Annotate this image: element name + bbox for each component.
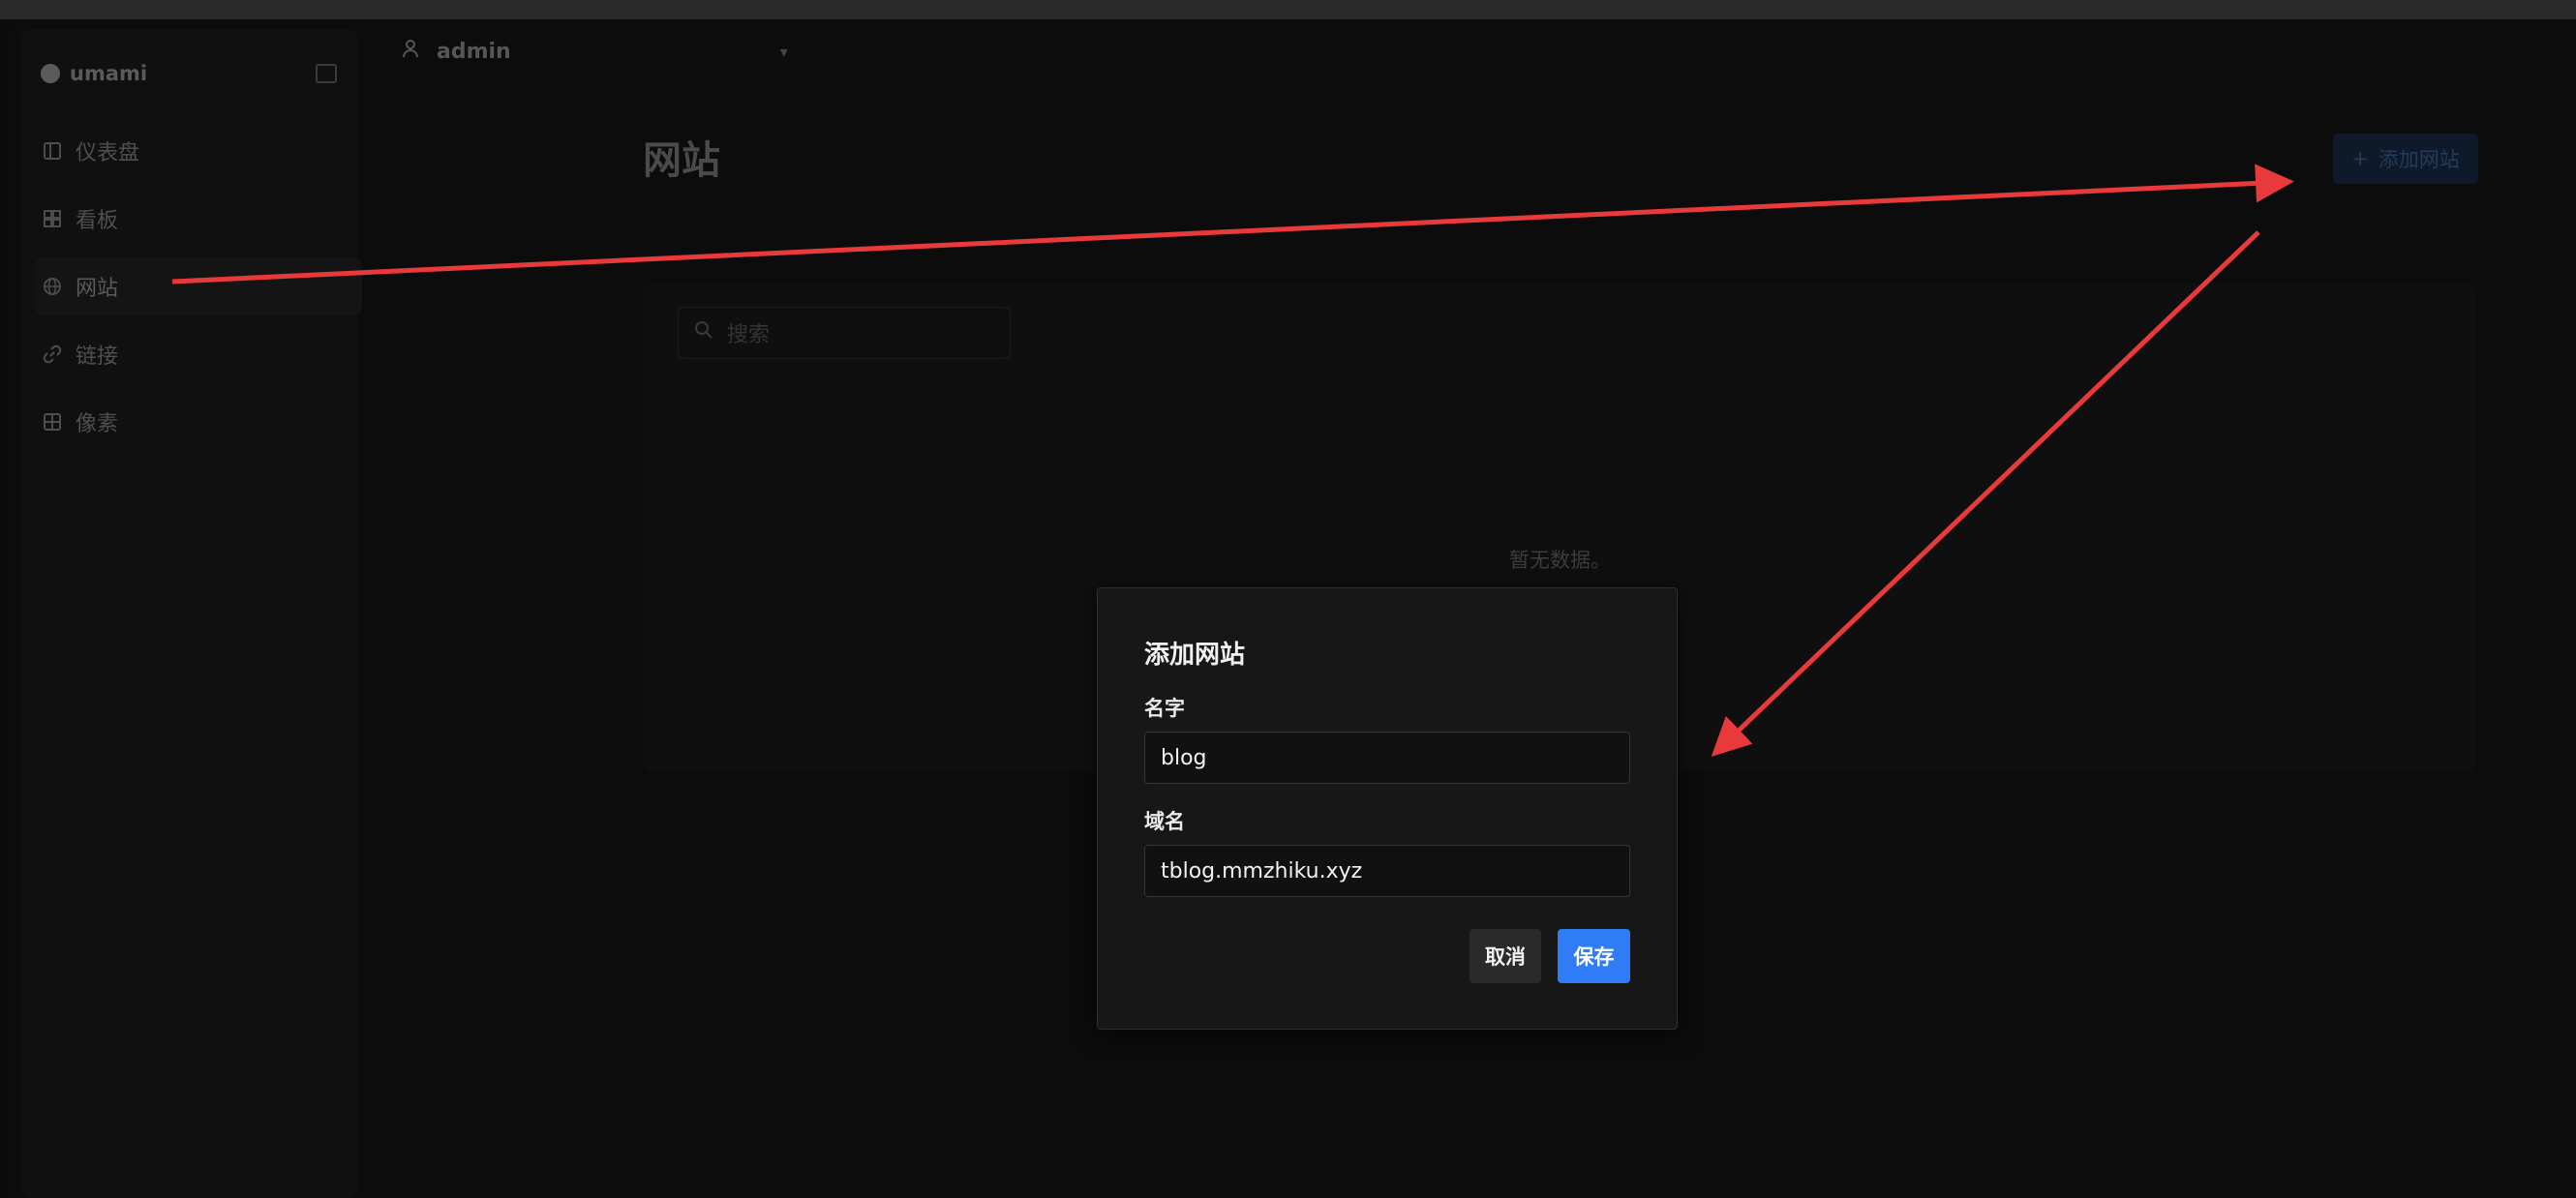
add-website-button[interactable]: + 添加网站 — [2333, 134, 2478, 184]
user-name: admin — [437, 39, 511, 64]
dialog-title: 添加网站 — [1144, 641, 1246, 670]
sidebar-item-pixels[interactable]: 像素 — [35, 393, 362, 451]
name-field-label: 名字 — [1144, 697, 1185, 720]
sidebar-nav: 仪表盘 看板 网站 链接 像素 — [35, 122, 362, 461]
grid-icon — [43, 412, 62, 432]
sidebar-item-label: 链接 — [76, 344, 119, 369]
sidebar-item-label: 像素 — [76, 412, 119, 436]
empty-state-text: 暂无数据。 — [1509, 549, 1611, 572]
sidebar: umami 仪表盘 看板 网站 链接 像素 — [21, 29, 362, 1198]
page-title: 网站 — [643, 138, 720, 183]
sidebar-item-websites[interactable]: 网站 — [35, 257, 362, 315]
search-input[interactable]: 搜索 — [678, 307, 1011, 359]
globe-icon — [43, 277, 62, 296]
user-icon — [402, 39, 419, 64]
sidebar-item-label: 看板 — [76, 209, 119, 233]
brand-name: umami — [70, 62, 148, 85]
name-field[interactable] — [1144, 732, 1630, 784]
sidebar-toggle-icon[interactable] — [316, 64, 337, 83]
link-icon — [43, 344, 62, 364]
chevron-down-icon: ▾ — [779, 42, 788, 61]
sidebar-item-label: 仪表盘 — [76, 141, 140, 165]
cancel-button[interactable]: 取消 — [1470, 929, 1541, 983]
search-icon — [694, 320, 713, 345]
user-menu[interactable]: admin ▾ — [402, 39, 788, 64]
plus-icon: + — [2351, 147, 2369, 170]
save-button[interactable]: 保存 — [1558, 929, 1630, 983]
search-placeholder: 搜索 — [727, 323, 771, 347]
brand: umami — [41, 62, 147, 85]
domain-field[interactable] — [1144, 845, 1630, 897]
dashboard-icon — [43, 141, 62, 161]
domain-field-label: 域名 — [1144, 810, 1185, 833]
add-website-dialog: 添加网站 名字 域名 取消 保存 — [1097, 587, 1678, 1030]
board-icon — [43, 209, 62, 228]
browser-bookmarks-bar — [0, 0, 2576, 19]
sidebar-item-links[interactable]: 链接 — [35, 325, 362, 383]
umami-logo-icon — [41, 64, 60, 83]
sidebar-item-boards[interactable]: 看板 — [35, 190, 362, 248]
sidebar-item-dashboard[interactable]: 仪表盘 — [35, 122, 362, 180]
sidebar-item-label: 网站 — [76, 277, 119, 301]
add-website-label: 添加网站 — [2378, 148, 2460, 171]
